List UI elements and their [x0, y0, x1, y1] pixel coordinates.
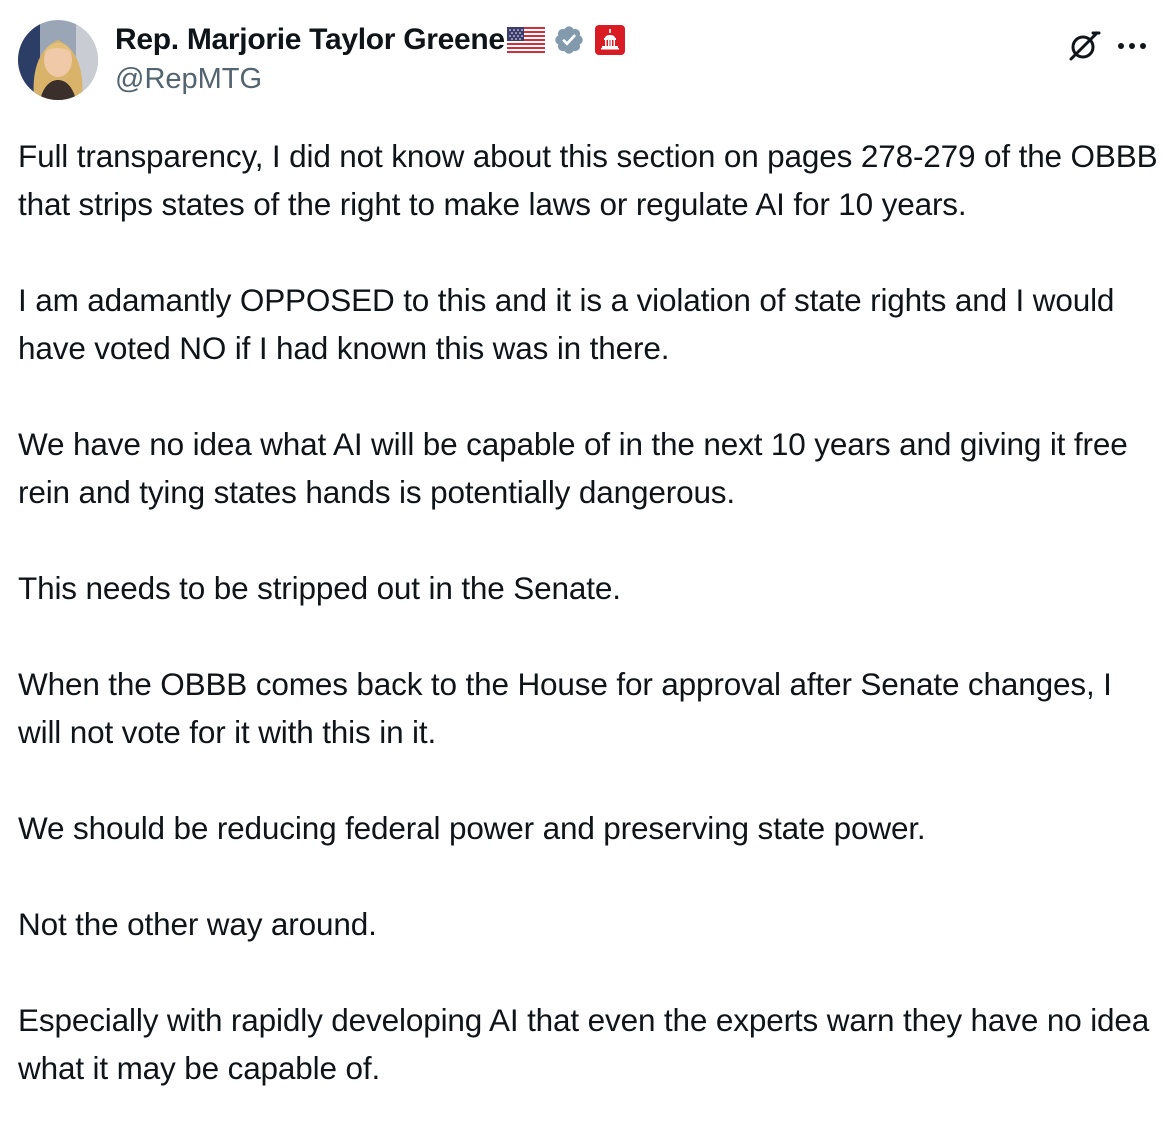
tweet-paragraph: Especially with rapidly developing AI th…	[18, 1002, 1150, 1086]
tweet-text: Full transparency, I did not know about …	[18, 132, 1158, 1140]
more-horizontal-icon	[1118, 43, 1146, 49]
verified-badge-icon[interactable]	[553, 24, 585, 56]
us-flag-icon	[506, 27, 545, 53]
tweet-paragraph: I am adamantly OPPOSED to this and it is…	[18, 282, 1115, 366]
us-capitol-badge-icon[interactable]	[594, 25, 625, 55]
avatar-image	[18, 20, 98, 100]
handle[interactable]: @RepMTG	[115, 60, 625, 98]
tweet-paragraph: We should be reducing federal power and …	[18, 810, 926, 846]
grok-icon	[1069, 31, 1101, 61]
display-name[interactable]: Rep. Marjorie Taylor Greene	[115, 20, 505, 60]
grok-button[interactable]	[1064, 26, 1104, 66]
tweet-paragraph: We have no idea what AI will be capable …	[18, 426, 1128, 510]
header-actions	[1064, 26, 1152, 66]
tweet-paragraph: Not the other way around.	[18, 906, 377, 942]
tweet-paragraph: Full transparency, I did not know about …	[18, 138, 1158, 222]
avatar[interactable]	[18, 20, 98, 100]
more-button[interactable]	[1112, 26, 1152, 66]
tweet-paragraph: When the OBBB comes back to the House fo…	[18, 666, 1112, 750]
tweet-paragraph: This needs to be stripped out in the Sen…	[18, 570, 621, 606]
name-row: Rep. Marjorie Taylor Greene	[115, 20, 625, 60]
tweet-header: Rep. Marjorie Taylor Greene @RepMTG	[18, 18, 1152, 102]
author-block: Rep. Marjorie Taylor Greene @RepMTG	[115, 20, 625, 98]
